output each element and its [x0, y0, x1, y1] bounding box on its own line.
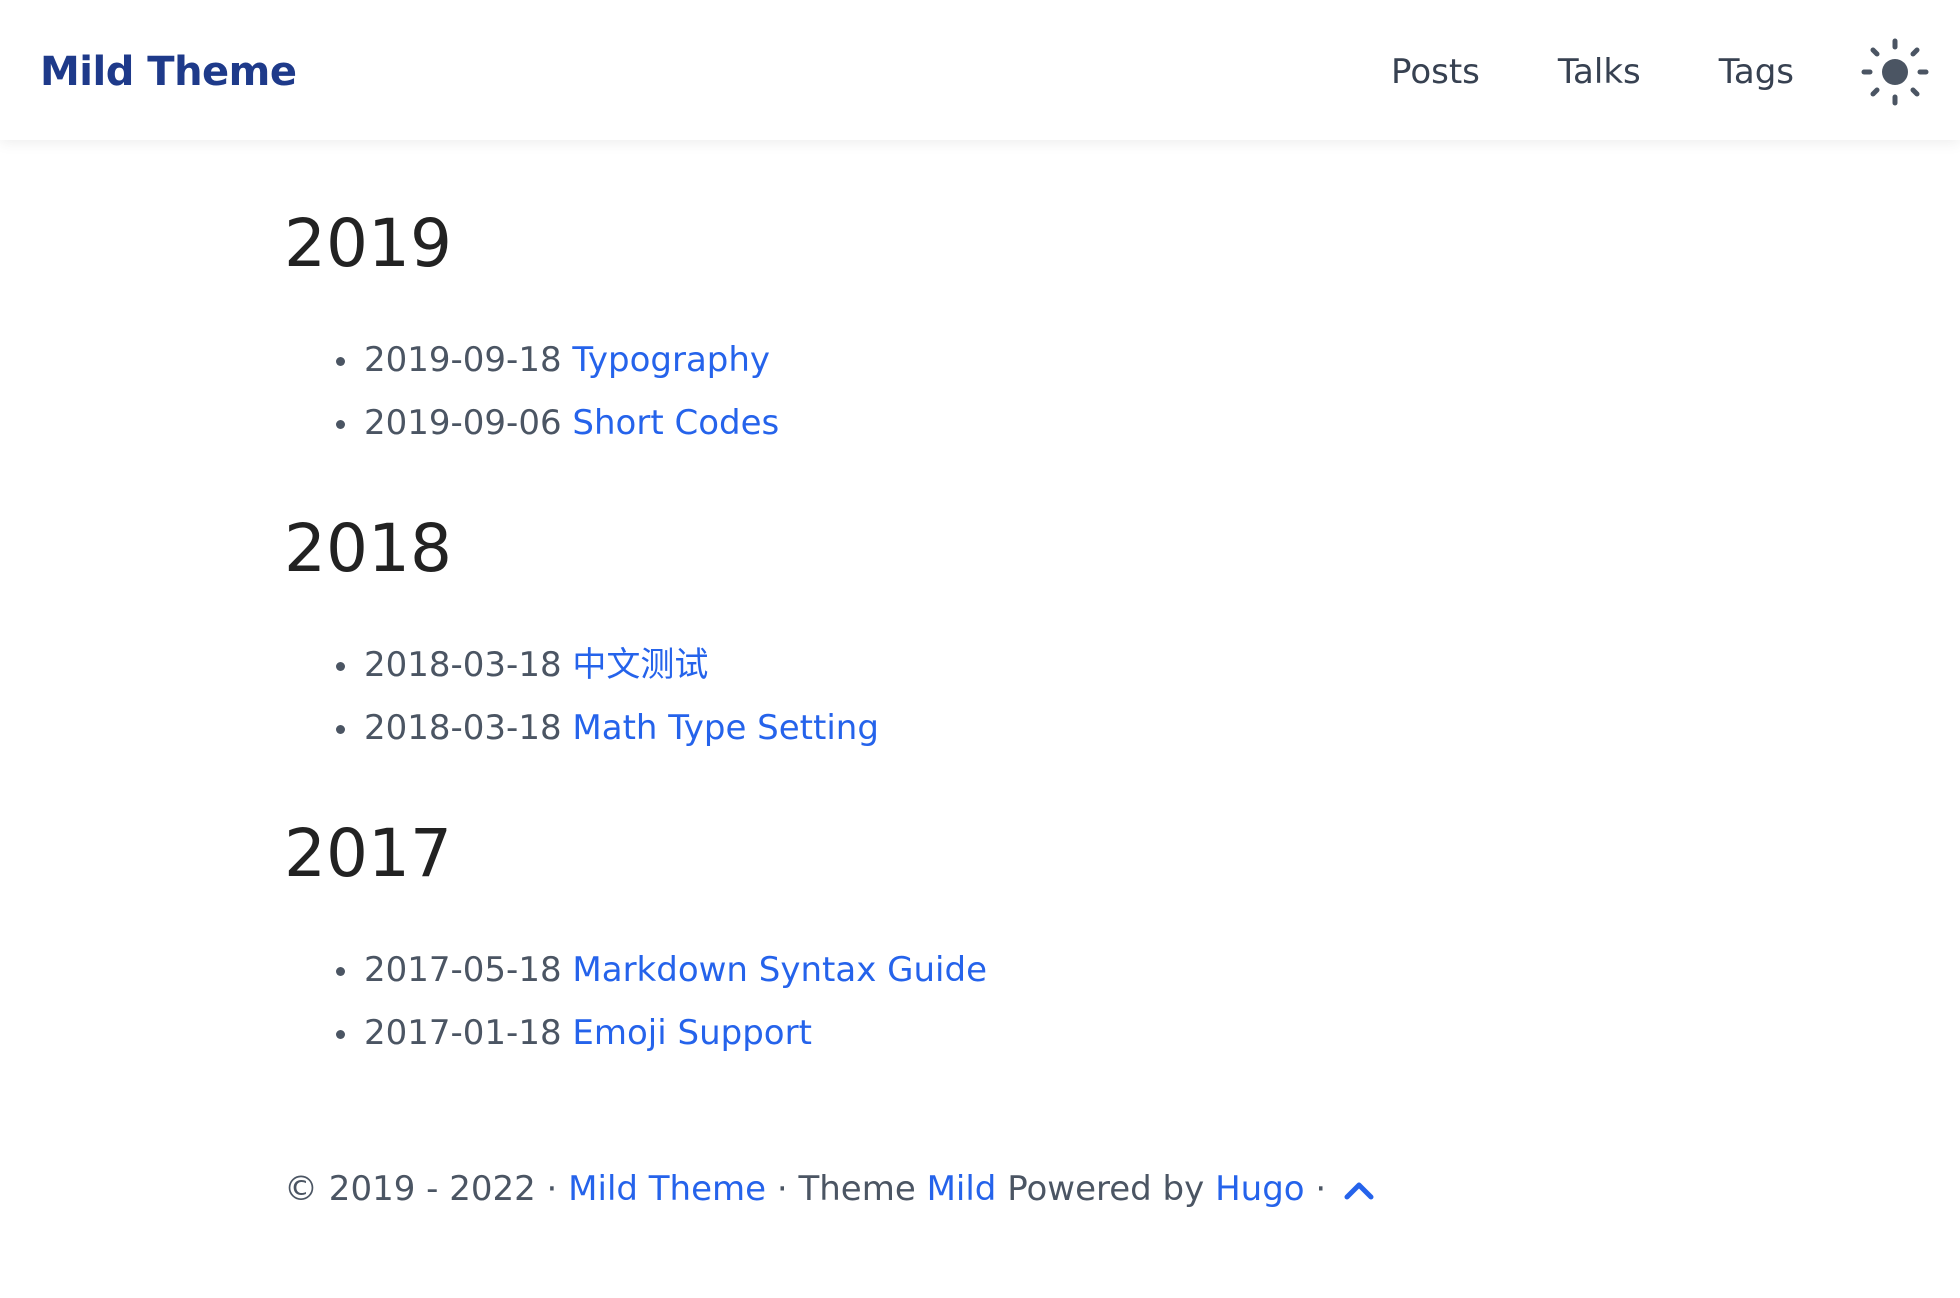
list-item: 2018-03-18 中文测试 — [284, 634, 1584, 697]
nav-item-posts[interactable]: Posts — [1391, 44, 1480, 100]
chevron-up-icon[interactable] — [1341, 1173, 1377, 1209]
year-heading: 2017 — [284, 815, 452, 892]
list-item: 2017-01-18 Emoji Support — [284, 1002, 1584, 1065]
list-item: 2018-03-18 Math Type Setting — [284, 697, 1584, 760]
post-date: 2018-03-18 — [364, 645, 573, 685]
list-item: 2017-05-18 Markdown Syntax Guide — [284, 939, 1584, 1002]
post-list: 2019-09-18 Typography 2019-09-06 Short C… — [284, 329, 1584, 455]
theme-toggle-button[interactable] — [1860, 37, 1930, 107]
footer-theme-link[interactable]: Mild — [927, 1169, 997, 1209]
sun-icon — [1861, 38, 1929, 106]
post-date: 2018-03-18 — [364, 708, 573, 748]
nav-item-talks[interactable]: Talks — [1558, 44, 1641, 100]
main-nav: Posts Talks Tags — [1391, 38, 1960, 106]
nav-item-tags[interactable]: Tags — [1719, 44, 1794, 100]
archive-main: 2019 2019-09-18 Typography 2019-09-06 Sh… — [284, 140, 1584, 1065]
site-footer: © 2019 - 2022 · Mild Theme · Theme Mild … — [284, 1164, 1377, 1214]
post-date: 2019-09-06 — [364, 403, 573, 443]
post-link[interactable]: Short Codes — [572, 403, 779, 443]
footer-separator: · — [1304, 1169, 1338, 1209]
post-link[interactable]: Typography — [572, 340, 770, 380]
post-list: 2018-03-18 中文测试 2018-03-18 Math Type Set… — [284, 634, 1584, 760]
copyright-text: © 2019 - 2022 · — [284, 1169, 569, 1209]
post-date: 2017-01-18 — [364, 1013, 573, 1053]
post-link[interactable]: Math Type Setting — [572, 708, 879, 748]
post-date: 2017-05-18 — [364, 950, 573, 990]
footer-site-link[interactable]: Mild Theme — [568, 1169, 766, 1209]
post-list: 2017-05-18 Markdown Syntax Guide 2017-01… — [284, 939, 1584, 1065]
site-brand-link[interactable]: Mild Theme — [40, 44, 297, 100]
list-item: 2019-09-06 Short Codes — [284, 392, 1584, 455]
footer-hugo-link[interactable]: Hugo — [1215, 1169, 1305, 1209]
site-header: Mild Theme Posts Talks Tags — [0, 0, 1960, 140]
theme-text: · Theme — [766, 1169, 927, 1209]
post-link[interactable]: 中文测试 — [572, 645, 708, 685]
list-item: 2019-09-18 Typography — [284, 329, 1584, 392]
powered-text: Powered by — [996, 1169, 1216, 1209]
post-date: 2019-09-18 — [364, 340, 573, 380]
year-heading: 2018 — [284, 510, 452, 587]
post-link[interactable]: Emoji Support — [572, 1013, 812, 1053]
post-link[interactable]: Markdown Syntax Guide — [572, 950, 987, 990]
year-heading: 2019 — [284, 205, 452, 282]
